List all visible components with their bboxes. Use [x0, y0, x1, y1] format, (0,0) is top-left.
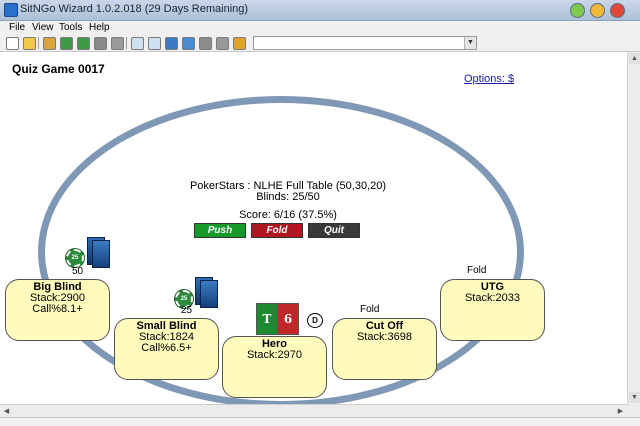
seat-stack: Stack:3698 [356, 331, 413, 343]
score-label: Score: 6/16 (37.5%) [239, 209, 337, 221]
seat-stack: Stack:2033 [464, 292, 521, 304]
quit-button[interactable]: Quit [308, 223, 360, 238]
window-title: SitNGo Wizard 1.0.2.018 (29 Days Remaini… [20, 3, 249, 15]
blinds-label: Blinds: 25/50 [256, 191, 320, 203]
title-bar: SitNGo Wizard 1.0.2.018 (29 Days Remaini… [0, 0, 640, 21]
minimize-button[interactable] [570, 3, 585, 18]
open-folder-icon[interactable] [23, 37, 36, 50]
big-blind-bet: 50 [72, 266, 84, 277]
menu-view[interactable]: View [32, 22, 54, 33]
stop-icon[interactable] [94, 37, 107, 50]
maximize-button[interactable] [590, 3, 605, 18]
paste-icon[interactable] [148, 37, 161, 50]
options-link[interactable]: Options: $ [464, 73, 514, 85]
wizard-gear-icon[interactable] [233, 37, 246, 50]
seat-big-blind[interactable]: Big Blind Stack:2900 Call%8.1+ [5, 279, 110, 341]
seat-utg[interactable]: UTG Stack:2033 [440, 279, 545, 341]
edit-icon[interactable] [216, 37, 229, 50]
disabled-icon[interactable] [111, 37, 124, 50]
horizontal-scrollbar[interactable]: ◀ ▶ [0, 404, 627, 418]
table-info: PokerStars : NLHE Full Table (50,30,20) … [168, 181, 408, 203]
seat-call-range: Call%8.1+ [32, 303, 83, 315]
up-arrow-icon[interactable] [60, 37, 73, 50]
scroll-right-icon[interactable]: ▶ [615, 406, 626, 417]
cutoff-status: Fold [360, 304, 380, 315]
app-icon [4, 3, 18, 17]
window-icon[interactable] [165, 37, 178, 50]
chip-stack-icon: 25 [66, 249, 84, 267]
calculator-icon[interactable] [199, 37, 212, 50]
scroll-left-icon[interactable]: ◀ [1, 406, 12, 417]
back-arrow-icon[interactable] [77, 37, 90, 50]
close-button[interactable] [610, 3, 625, 18]
utg-status: Fold [467, 265, 487, 276]
push-button[interactable]: Push [194, 223, 246, 238]
seat-stack: Stack:2970 [246, 349, 303, 361]
settings-icon[interactable] [43, 37, 56, 50]
seat-hero[interactable]: Hero Stack:2970 [222, 336, 327, 398]
copy-icon[interactable] [131, 37, 144, 50]
quiz-title: Quiz Game 0017 [12, 62, 105, 76]
toolbar-separator [38, 37, 39, 49]
dealer-button: D [307, 313, 323, 328]
fold-button[interactable]: Fold [251, 223, 303, 238]
seat-small-blind[interactable]: Small Blind Stack:1824 Call%6.5+ [114, 318, 219, 380]
seat-call-range: Call%6.5+ [141, 342, 192, 354]
menu-help[interactable]: Help [89, 22, 110, 33]
small-blind-cards [195, 277, 218, 308]
seat-cutoff[interactable]: Cut Off Stack:3698 [332, 318, 437, 380]
toolbar: ▼ [0, 35, 640, 52]
small-blind-bet: 25 [181, 305, 193, 316]
big-blind-cards [87, 237, 110, 268]
profile-dropdown[interactable]: ▼ [253, 36, 477, 50]
scroll-up-icon[interactable]: ▲ [629, 53, 640, 64]
hero-card-2: 6 [277, 303, 299, 335]
scroll-corner [627, 404, 640, 417]
toolbar-separator [126, 37, 127, 49]
grid-icon[interactable] [182, 37, 195, 50]
chevron-down-icon[interactable]: ▼ [464, 37, 476, 49]
hero-card-1: T [256, 303, 278, 335]
menu-file[interactable]: File [9, 22, 25, 33]
vertical-scrollbar[interactable]: ▲ ▼ [627, 52, 640, 404]
menu-tools[interactable]: Tools [59, 22, 82, 33]
new-file-icon[interactable] [6, 37, 19, 50]
scroll-down-icon[interactable]: ▼ [629, 392, 640, 403]
menu-bar: File View Tools Help [0, 21, 640, 36]
